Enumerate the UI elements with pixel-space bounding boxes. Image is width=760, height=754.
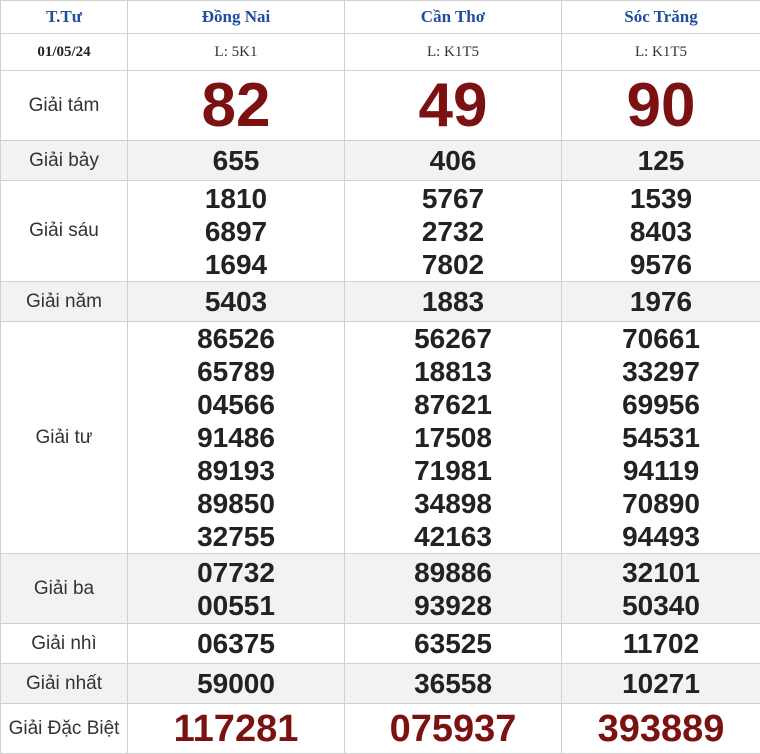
prize-label: Giải bảy [1, 141, 128, 181]
prize-number: 5767 [345, 182, 561, 215]
prize-number: 32755 [128, 520, 344, 553]
prize-row-g7: Giải bảy 655 406 125 [1, 141, 760, 181]
prize-row-g2: Giải nhì 06375 63525 11702 [1, 624, 760, 664]
prize-number-group: 1810 6897 1694 [128, 181, 345, 282]
prize-number: 89193 [128, 454, 344, 487]
prize-number: 1976 [562, 282, 760, 322]
ticket-code-can-tho: L: K1T5 [345, 34, 562, 71]
draw-date: 01/05/24 [1, 34, 128, 71]
prize-number-group: 70661 33297 69956 54531 94119 70890 9449… [562, 322, 760, 554]
prize-number: 69956 [562, 388, 760, 421]
prize-number: 7802 [345, 248, 561, 281]
prize-number-group: 32101 50340 [562, 554, 760, 624]
prize-number: 86526 [128, 322, 344, 355]
prize-number-group: 1539 8403 9576 [562, 181, 760, 282]
prize-row-g5: Giải năm 5403 1883 1976 [1, 282, 760, 322]
prize-row-g4: Giải tư 86526 65789 04566 91486 89193 89… [1, 322, 760, 554]
prize-number: 34898 [345, 487, 561, 520]
prize-number: 04566 [128, 388, 344, 421]
prize-number: 91486 [128, 421, 344, 454]
prize-label: Giải năm [1, 282, 128, 322]
prize-number: 1810 [128, 182, 344, 215]
lottery-results-table: T.Tư Đồng Nai Cần Thơ Sóc Trăng 01/05/24… [0, 0, 760, 754]
prize-number: 56267 [345, 322, 561, 355]
prize-number: 89886 [345, 556, 561, 589]
special-prize-number: 117281 [128, 704, 345, 754]
prize-row-g3: Giải ba 07732 00551 89886 93928 32101 50… [1, 554, 760, 624]
province-header-can-tho[interactable]: Cần Thơ [345, 1, 562, 34]
prize-label: Giải Đặc Biệt [1, 704, 128, 754]
province-header-dong-nai[interactable]: Đồng Nai [128, 1, 345, 34]
prize-number-group: 5767 2732 7802 [345, 181, 562, 282]
header-row: T.Tư Đồng Nai Cần Thơ Sóc Trăng [1, 1, 760, 34]
prize-label: Giải tám [1, 71, 128, 141]
prize-number-group: 89886 93928 [345, 554, 562, 624]
prize-number: 33297 [562, 355, 760, 388]
prize-number: 125 [562, 141, 760, 181]
prize-number: 6897 [128, 215, 344, 248]
prize-number: 00551 [128, 589, 344, 622]
weekday-header: T.Tư [1, 1, 128, 34]
prize-number: 1694 [128, 248, 344, 281]
prize-number: 07732 [128, 556, 344, 589]
prize-row-special: Giải Đặc Biệt 117281 075937 393889 [1, 704, 760, 754]
prize-number: 71981 [345, 454, 561, 487]
prize-number-group: 86526 65789 04566 91486 89193 89850 3275… [128, 322, 345, 554]
province-header-soc-trang[interactable]: Sóc Trăng [562, 1, 760, 34]
prize-number: 17508 [345, 421, 561, 454]
prize-number: 49 [345, 71, 562, 141]
prize-number: 11702 [562, 624, 760, 664]
prize-number: 94119 [562, 454, 760, 487]
prize-number: 1883 [345, 282, 562, 322]
prize-number: 93928 [345, 589, 561, 622]
prize-number: 32101 [562, 556, 760, 589]
prize-number: 70661 [562, 322, 760, 355]
prize-label: Giải nhì [1, 624, 128, 664]
prize-label: Giải nhất [1, 664, 128, 704]
prize-number: 8403 [562, 215, 760, 248]
special-prize-number: 393889 [562, 704, 760, 754]
prize-row-g1: Giải nhất 59000 36558 10271 [1, 664, 760, 704]
prize-number: 406 [345, 141, 562, 181]
prize-number: 94493 [562, 520, 760, 553]
prize-number: 89850 [128, 487, 344, 520]
prize-number-group: 07732 00551 [128, 554, 345, 624]
prize-number: 18813 [345, 355, 561, 388]
prize-number: 36558 [345, 664, 562, 704]
prize-label: Giải ba [1, 554, 128, 624]
prize-number: 54531 [562, 421, 760, 454]
prize-number: 65789 [128, 355, 344, 388]
prize-number: 655 [128, 141, 345, 181]
special-prize-number: 075937 [345, 704, 562, 754]
prize-number: 87621 [345, 388, 561, 421]
prize-row-g8: Giải tám 82 49 90 [1, 71, 760, 141]
prize-number: 82 [128, 71, 345, 141]
prize-number: 2732 [345, 215, 561, 248]
ticket-code-dong-nai: L: 5K1 [128, 34, 345, 71]
prize-number: 42163 [345, 520, 561, 553]
prize-label: Giải tư [1, 322, 128, 554]
prize-row-g6: Giải sáu 1810 6897 1694 5767 2732 7802 1… [1, 181, 760, 282]
prize-number: 63525 [345, 624, 562, 664]
prize-number: 50340 [562, 589, 760, 622]
code-row: 01/05/24 L: 5K1 L: K1T5 L: K1T5 [1, 34, 760, 71]
ticket-code-soc-trang: L: K1T5 [562, 34, 760, 71]
prize-number: 10271 [562, 664, 760, 704]
prize-label: Giải sáu [1, 181, 128, 282]
prize-number: 90 [562, 71, 760, 141]
prize-number: 70890 [562, 487, 760, 520]
prize-number: 59000 [128, 664, 345, 704]
prize-number-group: 56267 18813 87621 17508 71981 34898 4216… [345, 322, 562, 554]
prize-number: 1539 [562, 182, 760, 215]
prize-number: 5403 [128, 282, 345, 322]
prize-number: 9576 [562, 248, 760, 281]
prize-number: 06375 [128, 624, 345, 664]
